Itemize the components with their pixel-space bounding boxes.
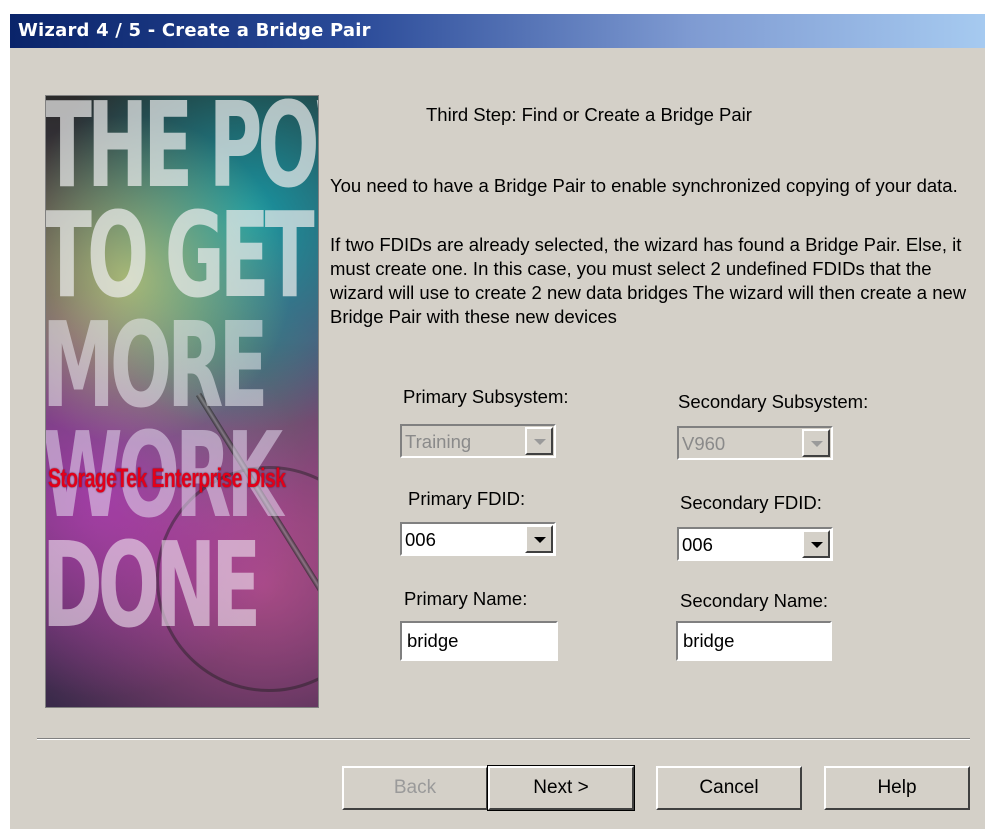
banner-line-2: TO GET: [45, 186, 315, 324]
cancel-button[interactable]: Cancel: [656, 766, 802, 810]
secondary-name-input[interactable]: bridge: [676, 621, 832, 661]
primary-name-value: bridge: [407, 630, 459, 651]
left-margin: [0, 0, 10, 829]
primary-fdid-dropdown-button[interactable]: [525, 525, 553, 553]
banner-line-3: MORE: [45, 296, 268, 434]
top-margin: [0, 0, 985, 14]
banner-brand-text: StorageTek Enterprise Disk: [48, 463, 286, 493]
instructions-paragraph: If two FDIDs are already selected, the w…: [330, 234, 967, 327]
primary-subsystem-label: Primary Subsystem:: [403, 386, 569, 407]
next-button[interactable]: Next >: [487, 765, 635, 811]
secondary-subsystem-label: Secondary Subsystem:: [678, 391, 869, 412]
primary-name-label: Primary Name:: [404, 588, 528, 609]
secondary-subsystem-dropdown-button: [802, 429, 830, 457]
primary-fdid-label: Primary FDID:: [408, 488, 526, 509]
secondary-fdid-label: Secondary FDID:: [680, 492, 822, 513]
secondary-subsystem-select: V960: [677, 426, 833, 460]
chevron-down-icon: [534, 537, 546, 543]
chevron-down-icon: [534, 439, 546, 445]
title-bar[interactable]: Wizard 4 / 5 - Create a Bridge Pair: [10, 14, 985, 48]
banner-line-1: THE POWER: [45, 95, 318, 214]
help-button[interactable]: Help: [824, 766, 970, 810]
chevron-down-icon: [811, 441, 823, 447]
wizard-dialog: Wizard 4 / 5 - Create a Bridge Pair THE …: [0, 0, 985, 829]
secondary-fdid-dropdown-button[interactable]: [802, 530, 830, 558]
side-banner-image: THE POWER TO GET MORE WORK DONE StorageT…: [45, 95, 319, 708]
step-heading: Third Step: Find or Create a Bridge Pair: [426, 104, 752, 125]
window-title: Wizard 4 / 5 - Create a Bridge Pair: [18, 20, 371, 41]
primary-subsystem-select: Training: [400, 424, 556, 458]
primary-subsystem-dropdown-button: [525, 427, 553, 455]
secondary-name-label: Secondary Name:: [680, 590, 829, 611]
secondary-subsystem-value: V960: [682, 433, 726, 454]
banner-line-5: DONE: [45, 516, 261, 654]
primary-subsystem-value: Training: [405, 431, 472, 452]
back-button[interactable]: Back: [342, 766, 488, 810]
secondary-name-value: bridge: [683, 630, 735, 651]
footer-divider: [37, 738, 970, 740]
secondary-fdid-select[interactable]: 006: [677, 527, 833, 561]
primary-name-input[interactable]: bridge: [400, 621, 558, 661]
chevron-down-icon: [811, 542, 823, 548]
intro-paragraph: You need to have a Bridge Pair to enable…: [330, 175, 958, 196]
secondary-fdid-value: 006: [682, 534, 713, 555]
primary-fdid-value: 006: [405, 529, 436, 550]
primary-fdid-select[interactable]: 006: [400, 522, 556, 556]
